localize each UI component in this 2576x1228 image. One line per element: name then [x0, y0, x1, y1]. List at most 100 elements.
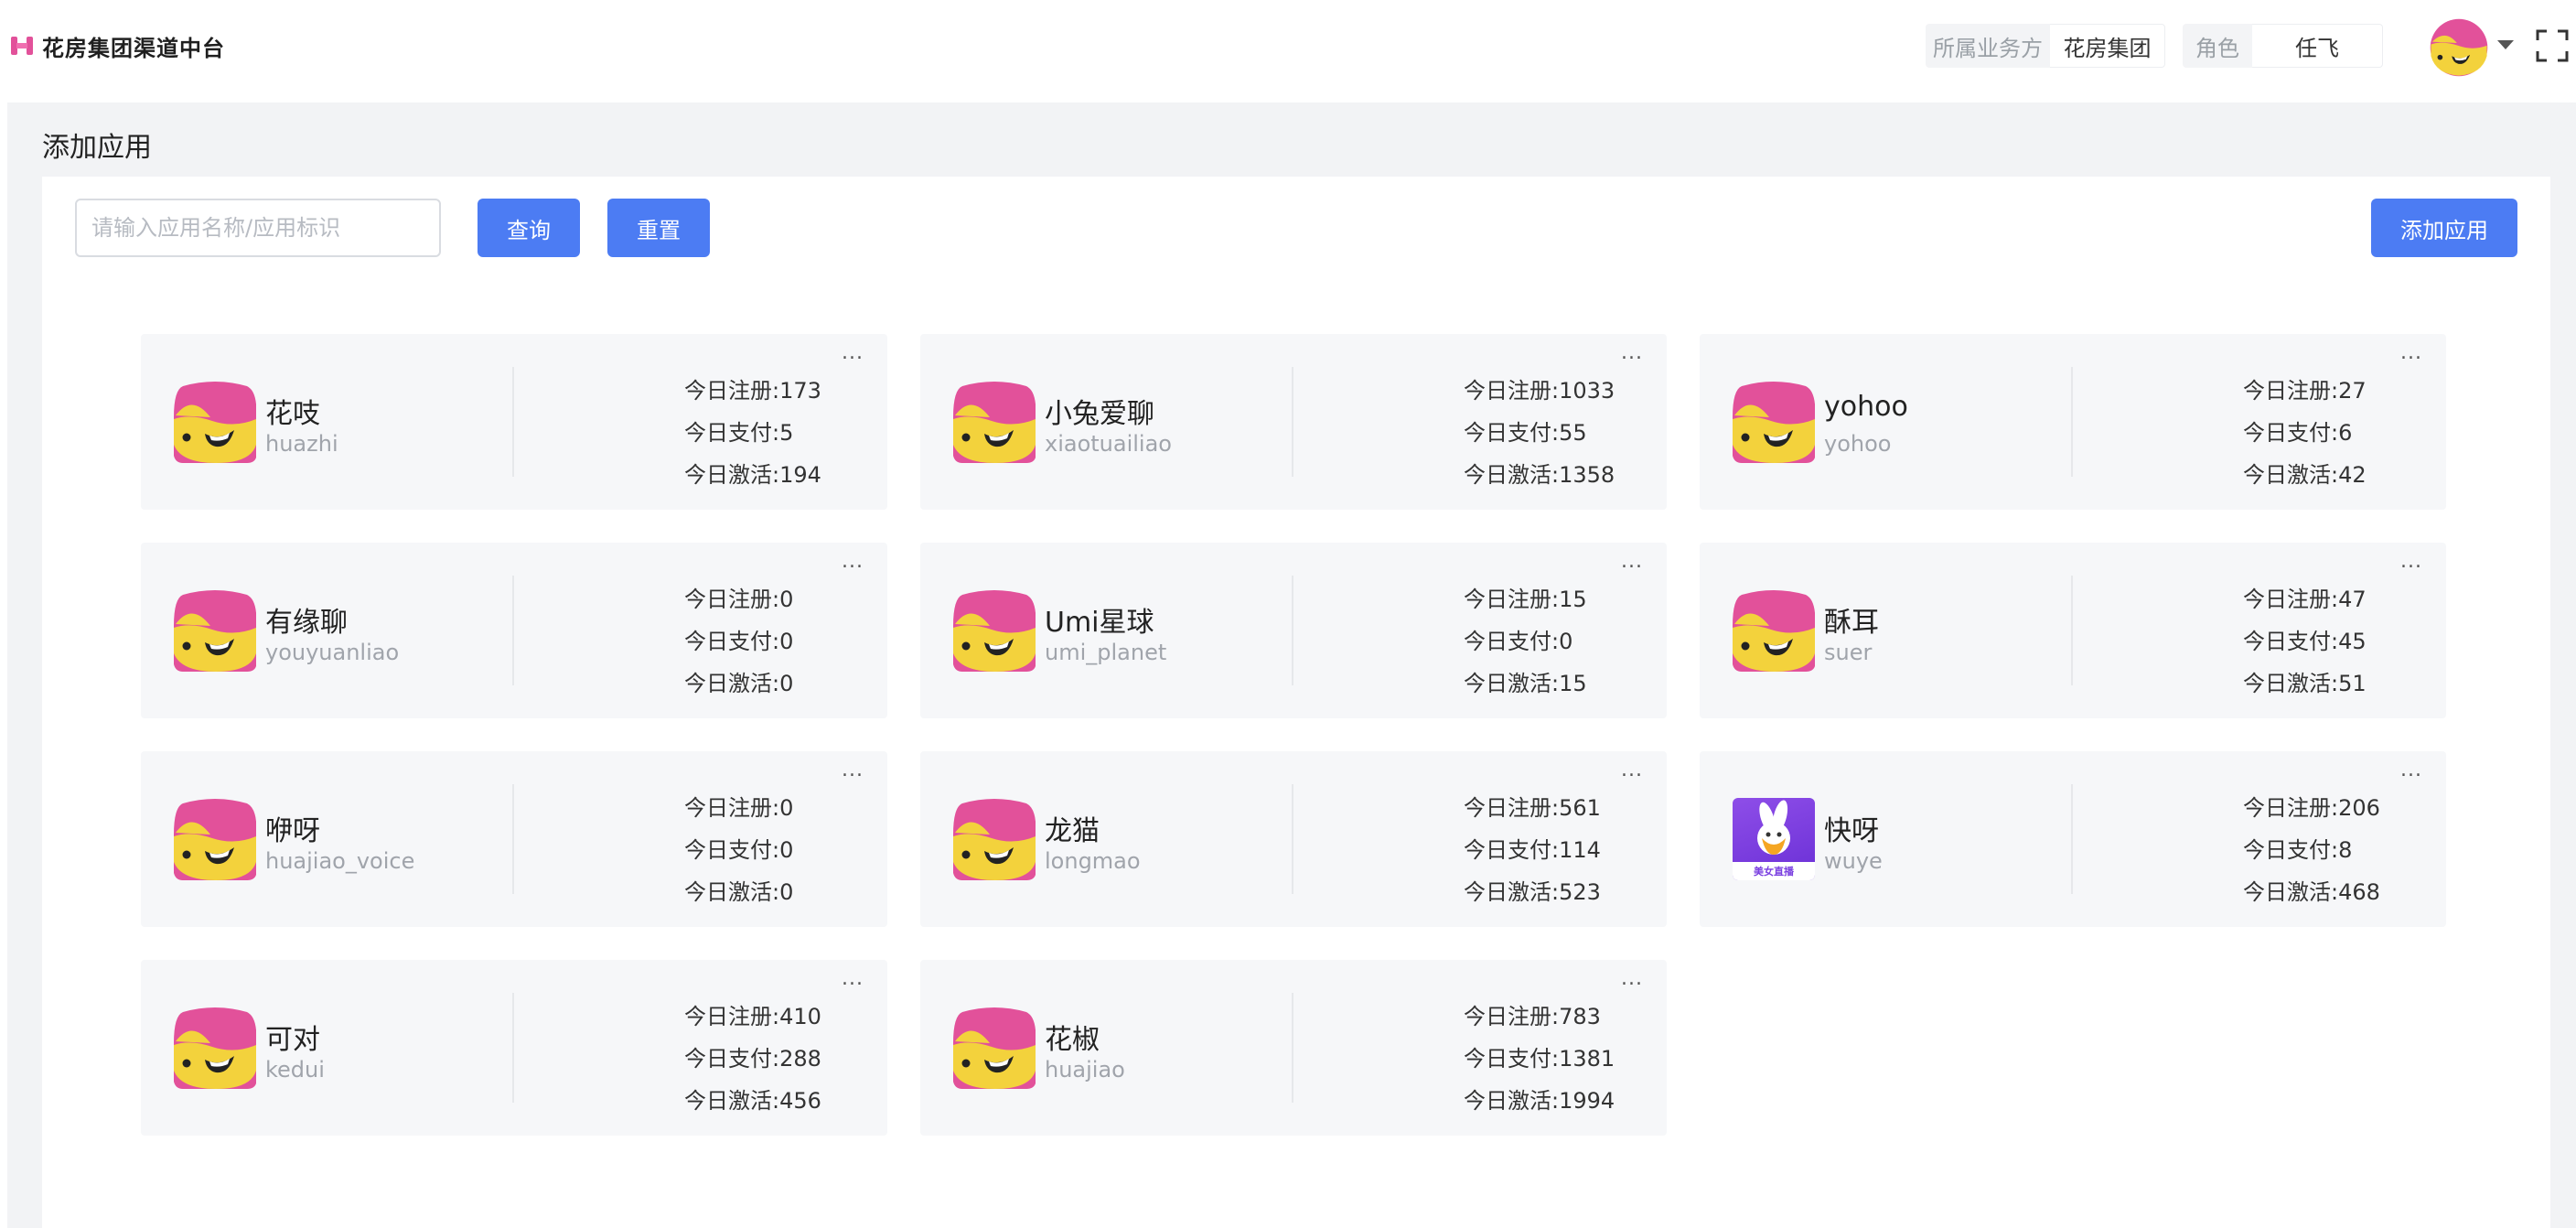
business-label: 所属业务方 [1926, 24, 2050, 68]
today-pay-stat: 今日支付:0 [684, 837, 794, 863]
app-identifier: xiaotuailiao [1045, 431, 1172, 457]
today-register-stat: 今日注册:0 [684, 795, 794, 821]
card-divider [1292, 367, 1293, 477]
app-identifier: umi_planet [1045, 640, 1167, 665]
card-divider [2071, 576, 2073, 685]
mascot-icon [174, 1007, 256, 1089]
app-name: 咿呀 [265, 815, 320, 847]
brand-logo-icon [11, 37, 33, 55]
mascot-icon [953, 1007, 1036, 1089]
card-divider [512, 367, 514, 477]
more-options-icon[interactable]: ... [1621, 759, 1643, 781]
app-name: 花椒 [1045, 1024, 1100, 1056]
app-name: 花吱 [265, 398, 320, 430]
today-register-stat: 今日注册:561 [1464, 795, 1601, 821]
app-identifier: youyuanliao [265, 640, 400, 665]
app-identifier: huajiao [1045, 1057, 1125, 1083]
app-card[interactable]: ... Umi星球 umi_planet 今日注册:15 今日支付:0 今日激活:15 [920, 543, 1667, 718]
add-app-button[interactable]: 添加应用 [2371, 199, 2517, 257]
today-register-stat: 今日注册:1033 [1464, 378, 1615, 404]
role-value[interactable]: 任飞 [2252, 24, 2383, 68]
brand[interactable]: 花房集团渠道中台 [9, 29, 225, 62]
app-card[interactable]: ... 龙猫 longmao 今日注册:561 今日支付:114 今日激活:523 [920, 751, 1667, 927]
app-card[interactable]: ... 可对 kedui 今日注册:410 今日支付:288 今日激活:456 [141, 960, 887, 1136]
more-options-icon[interactable]: ... [2400, 759, 2422, 781]
today-active-stat: 今日激活:42 [2243, 462, 2367, 488]
app-name: 龙猫 [1045, 815, 1100, 847]
mascot-icon [174, 799, 256, 880]
card-divider [512, 784, 514, 894]
app-identifier: kedui [265, 1057, 325, 1083]
more-options-icon[interactable]: ... [842, 550, 864, 573]
card-divider [2071, 367, 2073, 477]
app-card[interactable]: ... yohoo yohoo 今日注册:27 今日支付:6 今日激活:42 [1700, 334, 2446, 510]
app-card[interactable]: ... 小兔爱聊 xiaotuailiao 今日注册:1033 今日支付:55 今日激活… [920, 334, 1667, 510]
brand-name: 花房集团渠道中台 [42, 35, 225, 61]
more-options-icon[interactable]: ... [2400, 550, 2422, 573]
today-active-stat: 今日激活:523 [1464, 879, 1601, 905]
app-name: 可对 [265, 1024, 320, 1056]
today-active-stat: 今日激活:1358 [1464, 462, 1615, 488]
more-options-icon[interactable]: ... [1621, 341, 1643, 364]
user-avatar[interactable] [2430, 18, 2488, 77]
app-name: yohoo [1824, 391, 1908, 423]
more-options-icon[interactable]: ... [842, 759, 864, 781]
today-pay-stat: 今日支付:5 [684, 420, 794, 446]
app-name: Umi星球 [1045, 607, 1154, 639]
today-register-stat: 今日注册:27 [2243, 378, 2367, 404]
fullscreen-icon[interactable] [2536, 29, 2569, 62]
role-selector[interactable]: 角色 任飞 [2183, 24, 2383, 68]
card-divider [512, 576, 514, 685]
today-pay-stat: 今日支付:6 [2243, 420, 2353, 446]
today-register-stat: 今日注册:15 [1464, 587, 1587, 612]
mascot-icon [174, 382, 256, 463]
search-input[interactable] [75, 199, 441, 257]
mascot-icon [953, 382, 1036, 463]
app-icon-caption: 美女直播 [1754, 866, 1794, 878]
query-button[interactable]: 查询 [478, 199, 580, 257]
app-card[interactable]: ... 花吱 huazhi 今日注册:173 今日支付:5 今日激活:194 [141, 334, 887, 510]
today-active-stat: 今日激活:194 [684, 462, 821, 488]
today-pay-stat: 今日支付:0 [1464, 629, 1573, 654]
business-value[interactable]: 花房集团 [2050, 24, 2165, 68]
app-card[interactable]: ... 咿呀 huajiao_voice 今日注册:0 今日支付:0 今日激活:0 [141, 751, 887, 927]
reset-button[interactable]: 重置 [607, 199, 710, 257]
today-pay-stat: 今日支付:114 [1464, 837, 1601, 863]
today-active-stat: 今日激活:1994 [1464, 1088, 1615, 1114]
card-divider [512, 993, 514, 1103]
today-register-stat: 今日注册:410 [684, 1004, 821, 1029]
more-options-icon[interactable]: ... [1621, 967, 1643, 990]
app-identifier: huazhi [265, 431, 338, 457]
app-panel: 查询 重置 添加应用 ... 花吱huazhi 今日注册:173 今日支付:5 今日激… [42, 177, 2550, 1228]
card-divider [1292, 993, 1293, 1103]
sidebar-edge [0, 102, 7, 1228]
card-divider [1292, 784, 1293, 894]
mascot-icon [174, 590, 256, 672]
app-card[interactable]: ... 美女直播 快呀 wuye 今日注册:206 今日支付:8 今日激活:468 [1700, 751, 2446, 927]
role-label: 角色 [2183, 24, 2252, 68]
today-pay-stat: 今日支付:1381 [1464, 1046, 1615, 1072]
today-active-stat: 今日激活:468 [2243, 879, 2380, 905]
app-card[interactable]: ... 酥耳 suer 今日注册:47 今日支付:45 今日激活:51 [1700, 543, 2446, 718]
today-register-stat: 今日注册:173 [684, 378, 821, 404]
today-active-stat: 今日激活:0 [684, 879, 794, 905]
more-options-icon[interactable]: ... [2400, 341, 2422, 364]
today-pay-stat: 今日支付:45 [2243, 629, 2367, 654]
mascot-icon [1733, 590, 1815, 672]
app-card[interactable]: ... 花椒 huajiao 今日注册:783 今日支付:1381 今日激活:1994 [920, 960, 1667, 1136]
app-name: 快呀 [1824, 815, 1879, 847]
more-options-icon[interactable]: ... [842, 967, 864, 990]
mascot-icon [1733, 382, 1815, 463]
more-options-icon[interactable]: ... [1621, 550, 1643, 573]
more-options-icon[interactable]: ... [842, 341, 864, 364]
app-card[interactable]: ... 有缘聊 youyuanliao 今日注册:0 今日支付:0 今日激活:0 [141, 543, 887, 718]
top-bar: 花房集团渠道中台 所属业务方 花房集团 角色 任飞 [0, 0, 2576, 102]
app-identifier: suer [1824, 640, 1873, 665]
chevron-down-icon[interactable] [2497, 40, 2514, 49]
today-register-stat: 今日注册:783 [1464, 1004, 1601, 1029]
business-selector[interactable]: 所属业务方 花房集团 [1926, 24, 2165, 68]
today-active-stat: 今日激活:0 [684, 671, 794, 696]
app-identifier: longmao [1045, 848, 1141, 874]
today-active-stat: 今日激活:51 [2243, 671, 2367, 696]
app-identifier: wuye [1824, 848, 1883, 874]
